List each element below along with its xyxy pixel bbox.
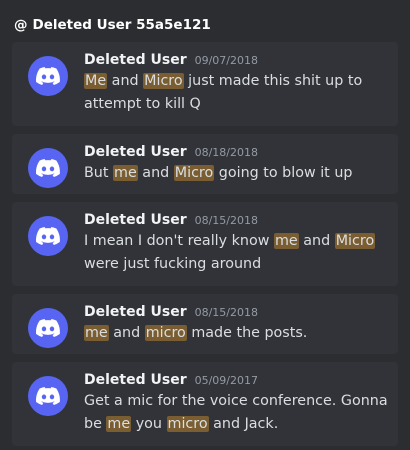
search-highlight: micro [166, 416, 209, 432]
message-meta: Deleted User 09/07/2018 [84, 52, 388, 68]
search-result-message[interactable]: Deleted User 08/15/2018 me and micro mad… [12, 294, 398, 354]
message-content: Deleted User 08/15/2018 me and micro mad… [84, 304, 388, 345]
message-date: 08/15/2018 [194, 214, 258, 227]
message-date: 08/15/2018 [194, 306, 258, 319]
message-content: Deleted User 05/09/2017 Get a mic for th… [84, 372, 388, 436]
message-date: 09/07/2018 [194, 54, 258, 67]
message-text-segment: made the posts. [186, 325, 308, 341]
search-header: @ Deleted User 55a5e121 [14, 14, 211, 36]
message-text: I mean I don't really know me and Micro … [84, 230, 388, 276]
discord-logo-icon [36, 159, 60, 177]
message-text-segment: and [137, 165, 174, 181]
discord-logo-icon [36, 227, 60, 245]
message-meta: Deleted User 08/15/2018 [84, 304, 388, 320]
message-text-segment: and [108, 325, 145, 341]
message-text-segment: But [84, 165, 114, 181]
message-text-segment: I mean I don't really know [84, 233, 274, 249]
message-meta: Deleted User 08/15/2018 [84, 212, 388, 228]
author-name[interactable]: Deleted User [84, 372, 187, 388]
search-result-message[interactable]: Deleted User 08/15/2018 I mean I don't r… [12, 202, 398, 286]
search-highlight: me [84, 325, 109, 341]
message-text-segment: and [298, 233, 335, 249]
message-text-segment: and Jack. [208, 416, 279, 432]
message-text: Me and Micro just made this shit up to a… [84, 70, 388, 116]
search-results-panel: @ Deleted User 55a5e121 Deleted User 09/… [0, 0, 410, 450]
message-text-segment: were just fucking around [84, 256, 262, 272]
message-content: Deleted User 09/07/2018 Me and Micro jus… [84, 52, 388, 116]
avatar[interactable] [28, 148, 68, 188]
search-result-message[interactable]: Deleted User 08/18/2018 But me and Micro… [12, 134, 398, 194]
search-highlight: me [113, 165, 138, 181]
message-text-segment: going to blow it up [214, 165, 353, 181]
search-highlight: me [106, 416, 132, 432]
search-highlight: Micro [143, 73, 184, 89]
avatar[interactable] [28, 308, 68, 348]
author-name[interactable]: Deleted User [84, 52, 187, 68]
mention-symbol: @ [14, 17, 28, 33]
search-highlight: micro [144, 325, 187, 341]
avatar[interactable] [28, 56, 68, 96]
avatar[interactable] [28, 216, 68, 256]
message-date: 05/09/2017 [194, 374, 258, 387]
message-text: But me and Micro going to blow it up [84, 162, 388, 185]
search-result-message[interactable]: Deleted User 09/07/2018 Me and Micro jus… [12, 42, 398, 126]
author-name[interactable]: Deleted User [84, 304, 187, 320]
search-user-title: Deleted User 55a5e121 [32, 17, 211, 33]
message-text: Get a mic for the voice conference. Gonn… [84, 390, 388, 436]
discord-logo-icon [36, 319, 60, 337]
message-content: Deleted User 08/18/2018 But me and Micro… [84, 144, 388, 185]
message-text: me and micro made the posts. [84, 322, 388, 345]
message-date: 08/18/2018 [194, 146, 258, 159]
search-highlight: Micro [173, 165, 215, 181]
message-text-segment: and [107, 73, 144, 89]
search-result-message[interactable]: Deleted User 05/09/2017 Get a mic for th… [12, 362, 398, 446]
message-meta: Deleted User 08/18/2018 [84, 144, 388, 160]
author-name[interactable]: Deleted User [84, 144, 187, 160]
message-content: Deleted User 08/15/2018 I mean I don't r… [84, 212, 388, 276]
search-highlight: Micro [334, 233, 376, 249]
search-highlight: me [273, 233, 299, 249]
message-meta: Deleted User 05/09/2017 [84, 372, 388, 388]
discord-logo-icon [36, 387, 60, 405]
author-name[interactable]: Deleted User [84, 212, 187, 228]
message-text-segment: you [131, 416, 167, 432]
avatar[interactable] [28, 376, 68, 416]
discord-logo-icon [36, 67, 60, 85]
search-highlight: Me [84, 73, 108, 89]
